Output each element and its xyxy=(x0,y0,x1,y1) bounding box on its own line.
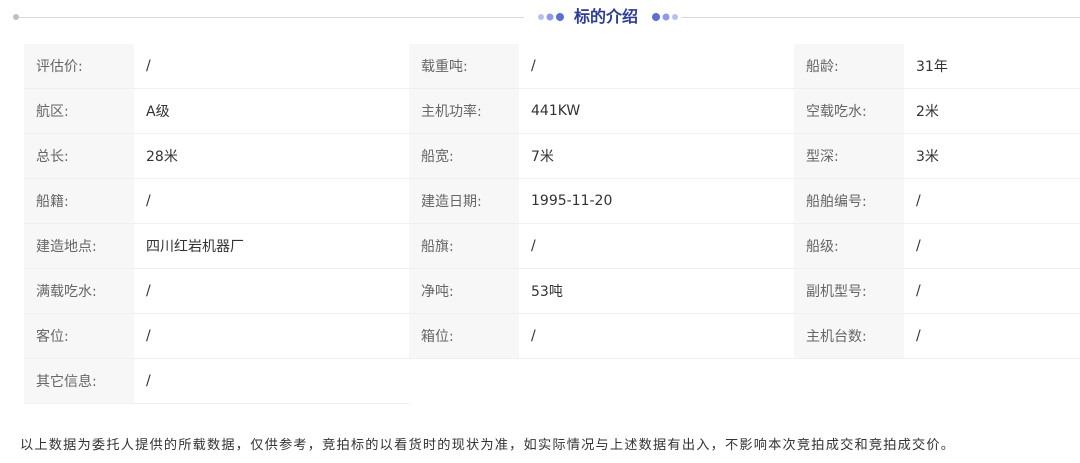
field-label: 主机功率: xyxy=(409,88,519,134)
field-value: / xyxy=(904,178,1080,224)
field-value: 441KW xyxy=(519,88,794,134)
field-value: / xyxy=(134,268,409,314)
field-label: 船级: xyxy=(794,223,904,269)
field-value: / xyxy=(904,313,1080,359)
table-row: 船籍: / 建造日期: 1995-11-20 船舶编号: / xyxy=(24,178,1080,224)
field-label: 客位: xyxy=(24,313,134,359)
table-row: 客位: / 箱位: / 主机台数: / xyxy=(24,313,1080,359)
vessel-info-table: 评估价: / 载重吨: / 船龄: 31年 航区: A级 主机功率: 441KW… xyxy=(24,44,1080,404)
field-value: / xyxy=(134,178,409,224)
field-label: 评估价: xyxy=(24,44,134,89)
field-value: 31年 xyxy=(904,44,1080,89)
field-label: 箱位: xyxy=(409,313,519,359)
field-label: 建造地点: xyxy=(24,223,134,269)
field-value: / xyxy=(904,268,1080,314)
field-value: 7米 xyxy=(519,133,794,179)
field-value: 1995-11-20 xyxy=(519,178,794,224)
field-label: 净吨: xyxy=(409,268,519,314)
field-label: 载重吨: xyxy=(409,44,519,89)
header-divider-left xyxy=(16,17,524,18)
table-row: 评估价: / 载重吨: / 船龄: 31年 xyxy=(24,44,1080,89)
field-value: / xyxy=(134,358,409,404)
section-header: 标的介绍 xyxy=(0,0,1080,36)
dots-decoration-icon xyxy=(538,13,564,21)
table-row: 满载吃水: / 净吨: 53吨 副机型号: / xyxy=(24,268,1080,314)
field-label: 副机型号: xyxy=(794,268,904,314)
field-value: / xyxy=(519,223,794,269)
field-label: 满载吃水: xyxy=(24,268,134,314)
field-label: 建造日期: xyxy=(409,178,519,224)
field-value: / xyxy=(134,44,409,89)
field-label: 其它信息: xyxy=(24,358,134,404)
empty-cell xyxy=(409,358,1080,404)
table-row: 建造地点: 四川红岩机器厂 船旗: / 船级: / xyxy=(24,223,1080,269)
field-value: 四川红岩机器厂 xyxy=(134,223,409,269)
field-label: 船旗: xyxy=(409,223,519,269)
table-row: 总长: 28米 船宽: 7米 型深: 3米 xyxy=(24,133,1080,179)
header-dot-icon xyxy=(13,14,19,20)
field-label: 航区: xyxy=(24,88,134,134)
field-value: / xyxy=(519,44,794,89)
field-value: 2米 xyxy=(904,88,1080,134)
field-value: 28米 xyxy=(134,133,409,179)
field-label: 船宽: xyxy=(409,133,519,179)
table-row: 其它信息: / xyxy=(24,358,1080,404)
field-value: / xyxy=(519,313,794,359)
field-value: 3米 xyxy=(904,133,1080,179)
disclaimer-text: 以上数据为委托人提供的所载数据，仅供参考，竞拍标的以看货时的现状为准，如实际情况… xyxy=(20,438,956,453)
field-label: 主机台数: xyxy=(794,313,904,359)
field-label: 船龄: xyxy=(794,44,904,89)
field-label: 船舶编号: xyxy=(794,178,904,224)
field-value: / xyxy=(904,223,1080,269)
field-label: 型深: xyxy=(794,133,904,179)
field-value: 53吨 xyxy=(519,268,794,314)
table-row: 航区: A级 主机功率: 441KW 空载吃水: 2米 xyxy=(24,88,1080,134)
field-label: 空载吃水: xyxy=(794,88,904,134)
header-divider-right xyxy=(682,17,1080,18)
section-title: 标的介绍 xyxy=(573,7,638,26)
field-value: / xyxy=(134,313,409,359)
field-label: 总长: xyxy=(24,133,134,179)
field-value: A级 xyxy=(134,88,409,134)
dots-decoration-icon xyxy=(652,13,678,21)
field-label: 船籍: xyxy=(24,178,134,224)
